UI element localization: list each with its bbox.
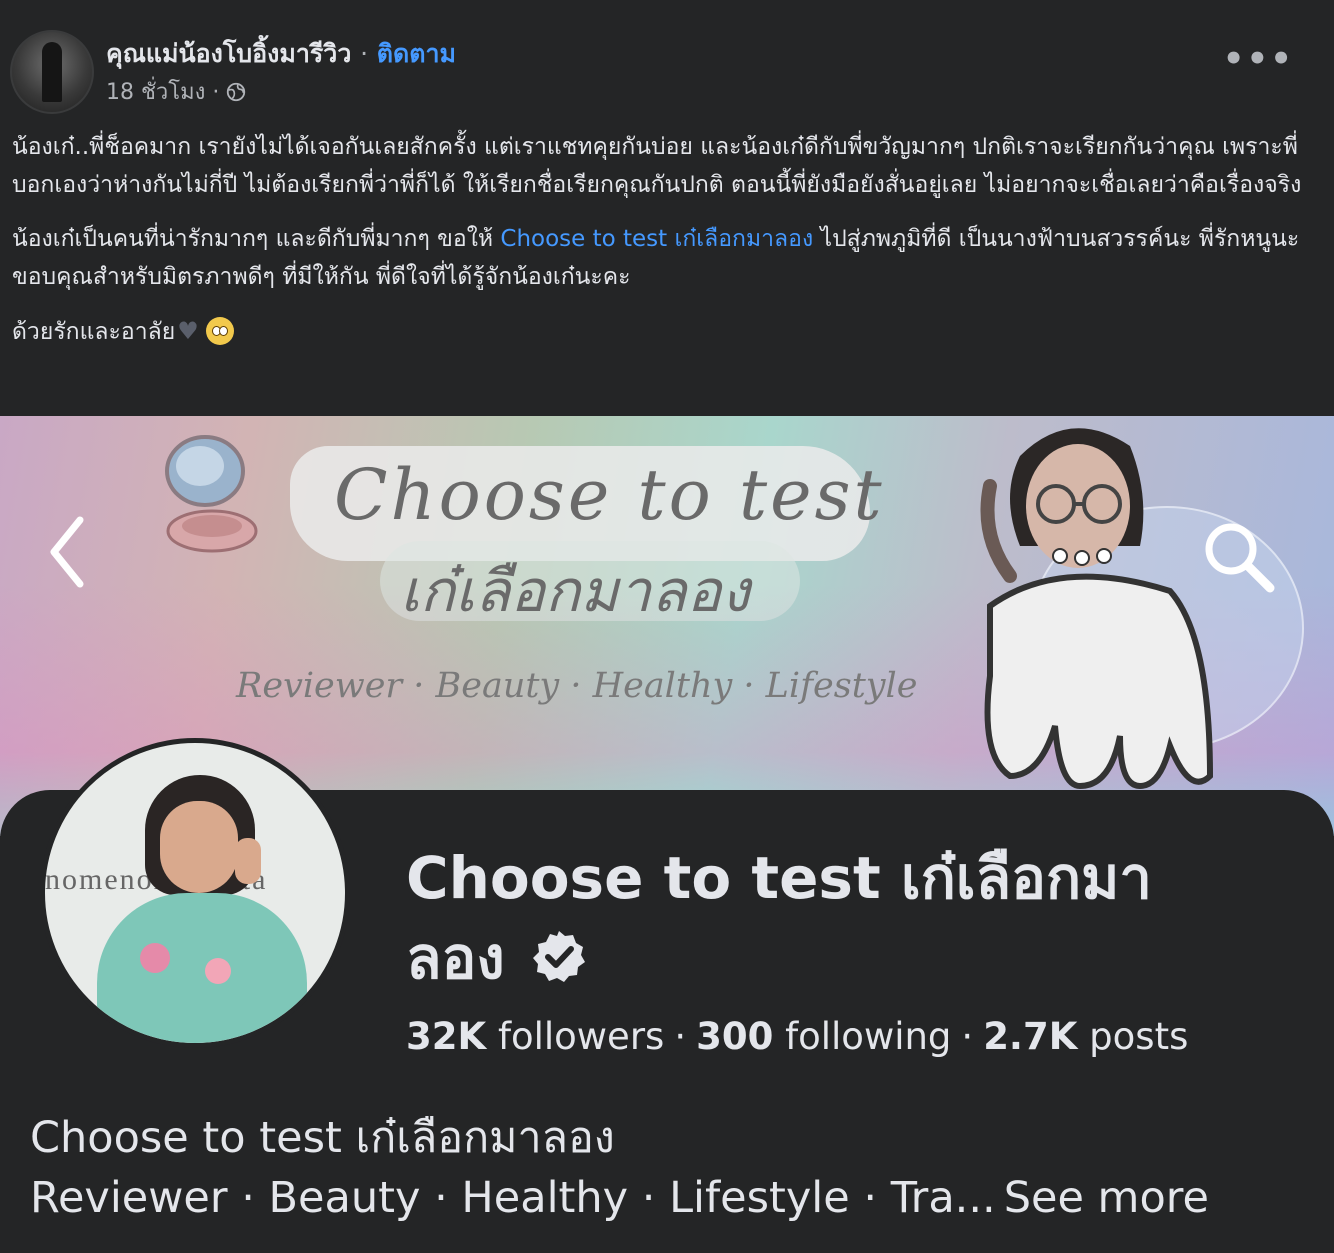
profile-bio: Choose to test เก๋เลือกมาลอง Reviewer · … [30, 1108, 1320, 1228]
globe-icon [227, 82, 246, 101]
profile-name[interactable]: Choose to test เก๋เลือกมาลอง [406, 838, 1206, 998]
stat-separator: · [674, 1015, 687, 1058]
post-time[interactable]: 18 ชั่วโมง · [106, 74, 219, 109]
posts-stat[interactable]: 2.7K posts [983, 1015, 1188, 1058]
girl-illustration [980, 428, 1214, 790]
posts-label: posts [1089, 1015, 1189, 1058]
follow-button[interactable]: ติดตาม [377, 39, 456, 68]
page-mention-link[interactable]: Choose to test เก๋เลือกมาลอง [500, 226, 813, 252]
bio-text: Reviewer · Beauty · Healthy · Lifestyle … [30, 1173, 996, 1223]
more-options-icon[interactable]: ••• [1223, 42, 1294, 76]
profile-card: nomenon lifesta Choose to test เก๋เลือกม… [0, 738, 1334, 1253]
cover-thai-title: เก๋เลือกมาลอง [400, 557, 750, 625]
profile-avatar[interactable]: nomenon lifesta [40, 738, 350, 1048]
paragraph-text: ด้วยรักและอาลัย [12, 319, 176, 345]
bio-line-1: Choose to test เก๋เลือกมาลอง [30, 1113, 615, 1163]
author-line: คุณแม่น้องโบอิ้งมารีวิว · ติดตาม [106, 34, 456, 74]
back-arrow-icon[interactable] [42, 512, 92, 592]
bio-line-2: Reviewer · Beauty · Healthy · Lifestyle … [30, 1168, 1320, 1228]
post-meta: 18 ชั่วโมง · [106, 74, 247, 109]
flushed-face-emoji [206, 317, 235, 345]
cover-title: Choose to test [334, 454, 885, 536]
following-count: 300 [696, 1015, 774, 1058]
author-avatar[interactable] [10, 30, 94, 114]
author-name[interactable]: คุณแม่น้องโบอิ้งมารีวิว [106, 39, 351, 68]
post-paragraph-1: น้องเก๋..พี่ช็อคมาก เรายังไม่ได้เจอกันเล… [12, 134, 1302, 198]
cover-tagline: Reviewer · Beauty · Healthy · Lifestyle [236, 666, 918, 706]
verified-badge-icon [532, 931, 585, 982]
followers-stat[interactable]: 32K followers [406, 1015, 664, 1058]
profile-name-text: Choose to test เก๋เลือกมาลอง [406, 844, 1152, 992]
following-label: following [785, 1015, 952, 1058]
stat-separator: · [961, 1015, 974, 1058]
search-icon[interactable] [1198, 516, 1278, 596]
post-paragraph-2: น้องเก๋เป็นคนที่น่ารักมากๆ และดีกับพี่มา… [12, 220, 1322, 296]
followers-label: followers [497, 1015, 665, 1058]
see-more-link[interactable]: See more [1004, 1173, 1209, 1223]
post-header: คุณแม่น้องโบอิ้งมารีวิว · ติดตาม 18 ชั่ว… [0, 0, 1334, 120]
post-paragraph-3: ด้วยรักและอาลัย♥ [12, 312, 1322, 351]
posts-count: 2.7K [983, 1015, 1078, 1058]
post-text: น้องเก๋..พี่ช็อคมาก เรายังไม่ได้เจอกันเล… [12, 128, 1322, 367]
separator: · [360, 39, 369, 68]
paragraph-text: น้องเก๋เป็นคนที่น่ารักมากๆ และดีกับพี่มา… [12, 226, 501, 252]
compact-mirror-illustration [165, 435, 258, 553]
black-heart-icon: ♥ [177, 317, 199, 345]
profile-stats: 32K followers · 300 following · 2.7K posts [406, 1015, 1188, 1058]
followers-count: 32K [406, 1015, 487, 1058]
following-stat[interactable]: 300 following [696, 1015, 951, 1058]
